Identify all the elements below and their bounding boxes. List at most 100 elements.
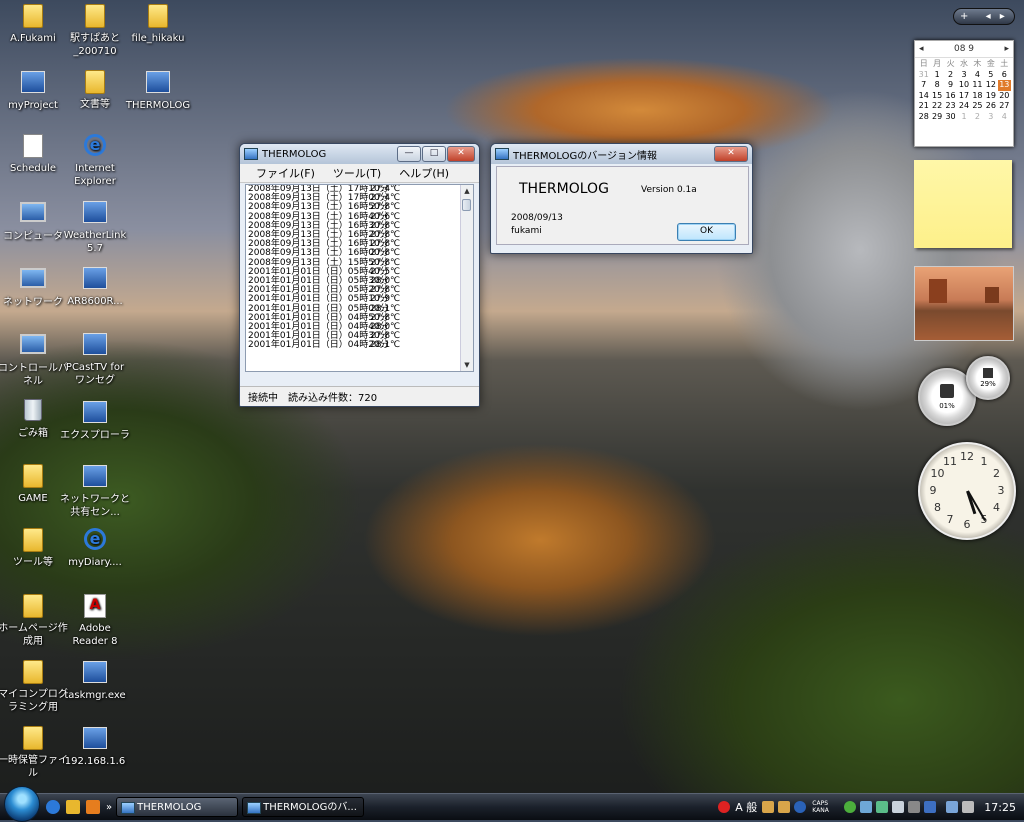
scroll-thumb[interactable] bbox=[462, 199, 471, 211]
desktop-icon[interactable]: コントロールパネル bbox=[0, 330, 68, 388]
calendar-day[interactable]: 7 bbox=[917, 80, 930, 91]
desktop-icon[interactable]: 駅すぱあと_200710 bbox=[60, 2, 130, 58]
sidebar-toolbar[interactable]: + ◂ ▸ bbox=[953, 8, 1015, 25]
calendar-day[interactable]: 20 bbox=[998, 91, 1011, 102]
ime-pad-icon[interactable] bbox=[762, 801, 775, 813]
tray-icon-1[interactable] bbox=[844, 801, 857, 813]
calendar-day[interactable]: 19 bbox=[984, 91, 997, 102]
desktop-icon[interactable]: ごみ箱 bbox=[0, 396, 68, 440]
calendar-day[interactable]: 10 bbox=[957, 80, 970, 91]
tray-icon-2[interactable] bbox=[860, 801, 873, 813]
folder-quicklaunch-icon[interactable] bbox=[66, 800, 80, 814]
desktop-icon[interactable]: 文書等 bbox=[60, 68, 130, 111]
table-row[interactable]: 2001年01月01日（日）04時20分28.1℃ bbox=[246, 341, 473, 350]
close-button[interactable]: ✕ bbox=[447, 146, 475, 162]
tray-clock[interactable]: 17:25 bbox=[984, 801, 1016, 814]
calendar-day[interactable]: 31 bbox=[917, 70, 930, 81]
calendar-day[interactable]: 3 bbox=[957, 70, 970, 81]
slideshow-gadget[interactable] bbox=[914, 266, 1014, 341]
calendar-day[interactable]: 4 bbox=[998, 112, 1011, 123]
vertical-scrollbar[interactable]: ▲ ▼ bbox=[460, 185, 473, 371]
more-quicklaunch-icon[interactable]: » bbox=[106, 802, 112, 813]
menu-file[interactable]: ファイル(F) bbox=[256, 165, 315, 181]
about-titlebar[interactable]: THERMOLOGのバージョン情報 ✕ bbox=[491, 144, 752, 164]
calendar-day[interactable]: 1 bbox=[930, 70, 943, 81]
calendar-day[interactable]: 12 bbox=[984, 80, 997, 91]
thermolog-titlebar[interactable]: THERMOLOG — □ ✕ bbox=[240, 144, 479, 164]
calendar-day[interactable]: 17 bbox=[957, 91, 970, 102]
desktop-icon[interactable]: ホームページ作成用 bbox=[0, 592, 68, 648]
calendar-day[interactable]: 3 bbox=[984, 112, 997, 123]
help-icon[interactable] bbox=[794, 801, 807, 813]
task-thermolog[interactable]: THERMOLOG bbox=[116, 797, 239, 817]
calendar-day[interactable]: 4 bbox=[971, 70, 984, 81]
desktop-icon[interactable]: file_hikaku bbox=[123, 2, 193, 45]
calendar-day[interactable]: 27 bbox=[998, 101, 1011, 112]
calendar-day[interactable]: 11 bbox=[971, 80, 984, 91]
menu-tools[interactable]: ツール(T) bbox=[333, 165, 381, 181]
notes-gadget[interactable] bbox=[914, 160, 1012, 248]
desktop-icon[interactable]: Schedule bbox=[0, 132, 68, 175]
tray-icon-5[interactable] bbox=[908, 801, 921, 813]
calendar-day[interactable]: 25 bbox=[971, 101, 984, 112]
start-button[interactable] bbox=[4, 786, 40, 822]
calendar-day[interactable]: 1 bbox=[957, 112, 970, 123]
calendar-day[interactable]: 23 bbox=[944, 101, 957, 112]
desktop-icon[interactable]: エクスプローラ bbox=[60, 398, 130, 442]
about-dialog[interactable]: THERMOLOGのバージョン情報 ✕ THERMOLOG Version 0.… bbox=[490, 143, 753, 254]
desktop-icon[interactable]: ネットワーク bbox=[0, 264, 68, 309]
calendar-day[interactable]: 9 bbox=[944, 80, 957, 91]
desktop-icon[interactable]: コンピュータ bbox=[0, 198, 68, 243]
calendar-day[interactable]: 29 bbox=[930, 112, 943, 123]
next-month-icon[interactable]: ▸ bbox=[1004, 41, 1009, 57]
desktop-icon[interactable]: myProject bbox=[0, 68, 68, 112]
desktop-icon[interactable]: PCastTV for ワンセグ bbox=[60, 330, 130, 387]
calendar-day[interactable]: 14 bbox=[917, 91, 930, 102]
thermolog-window[interactable]: THERMOLOG — □ ✕ ファイル(F) ツール(T) ヘルプ(H) 20… bbox=[239, 143, 480, 407]
network-icon[interactable] bbox=[946, 801, 959, 813]
desktop-icon[interactable]: WeatherLink 5.7 bbox=[60, 198, 130, 255]
prev-month-icon[interactable]: ◂ bbox=[919, 41, 924, 57]
maximize-button[interactable]: □ bbox=[422, 146, 446, 162]
calendar-day[interactable]: 2 bbox=[944, 70, 957, 81]
task-about[interactable]: THERMOLOGのバ... bbox=[242, 797, 365, 817]
calendar-today[interactable]: 13 bbox=[997, 80, 1011, 91]
desktop-icon[interactable]: 192.168.1.6 bbox=[60, 724, 130, 768]
next-icon[interactable]: ▸ bbox=[1000, 11, 1005, 22]
desktop-icon[interactable]: AR8600R... bbox=[60, 264, 130, 308]
desktop-icon[interactable]: taskmgr.exe bbox=[60, 658, 130, 702]
calendar-day[interactable]: 26 bbox=[984, 101, 997, 112]
calendar-day[interactable]: 8 bbox=[930, 80, 943, 91]
tray-icon-3[interactable] bbox=[876, 801, 889, 813]
tray-icon-6[interactable] bbox=[924, 801, 937, 813]
calendar-day[interactable]: 2 bbox=[971, 112, 984, 123]
calendar-day[interactable]: 24 bbox=[957, 101, 970, 112]
calendar-day[interactable]: 16 bbox=[944, 91, 957, 102]
tray-icon-4[interactable] bbox=[892, 801, 905, 813]
desktop-icon[interactable]: A Adobe Reader 8 bbox=[60, 592, 130, 648]
calendar-day[interactable]: 28 bbox=[917, 112, 930, 123]
desktop-icon[interactable]: マイコンプログラミング用 bbox=[0, 658, 68, 714]
media-quicklaunch-icon[interactable] bbox=[86, 800, 100, 814]
desktop-icon[interactable]: 一時保管ファイル bbox=[0, 724, 68, 780]
calendar-day[interactable]: 30 bbox=[944, 112, 957, 123]
calendar-gadget[interactable]: ◂ 08 9 ▸ 日月火水木金土 31 1 2 3 4 5 6 7 8 9 10 11 12 13 14 15 1… bbox=[914, 40, 1014, 147]
ie-quicklaunch-icon[interactable] bbox=[46, 800, 60, 814]
desktop-icon[interactable]: e Internet Explorer bbox=[60, 132, 130, 188]
ime-tools-icon[interactable] bbox=[778, 801, 791, 813]
calendar-day[interactable]: 15 bbox=[930, 91, 943, 102]
scroll-down-icon[interactable]: ▼ bbox=[461, 359, 473, 371]
add-gadget-button[interactable]: + bbox=[960, 11, 968, 22]
calendar-day[interactable]: 21 bbox=[917, 101, 930, 112]
log-list[interactable]: 2008年09月13日（土）17時10分27.4℃ 2008年09月13日（土）1… bbox=[245, 184, 474, 372]
calendar-day[interactable]: 22 bbox=[930, 101, 943, 112]
desktop-icon[interactable]: A.Fukami bbox=[0, 2, 68, 45]
volume-icon[interactable] bbox=[962, 801, 975, 813]
menu-help[interactable]: ヘルプ(H) bbox=[399, 165, 449, 181]
desktop-icon[interactable]: e myDiary.... bbox=[60, 526, 130, 569]
clock-gadget[interactable]: 121234567891011 bbox=[918, 442, 1016, 540]
calendar-day[interactable]: 18 bbox=[971, 91, 984, 102]
desktop-icon[interactable]: ツール等 bbox=[0, 526, 68, 569]
desktop-icon[interactable]: ネットワークと共有セン... bbox=[60, 462, 130, 519]
calendar-day[interactable]: 6 bbox=[998, 70, 1011, 81]
